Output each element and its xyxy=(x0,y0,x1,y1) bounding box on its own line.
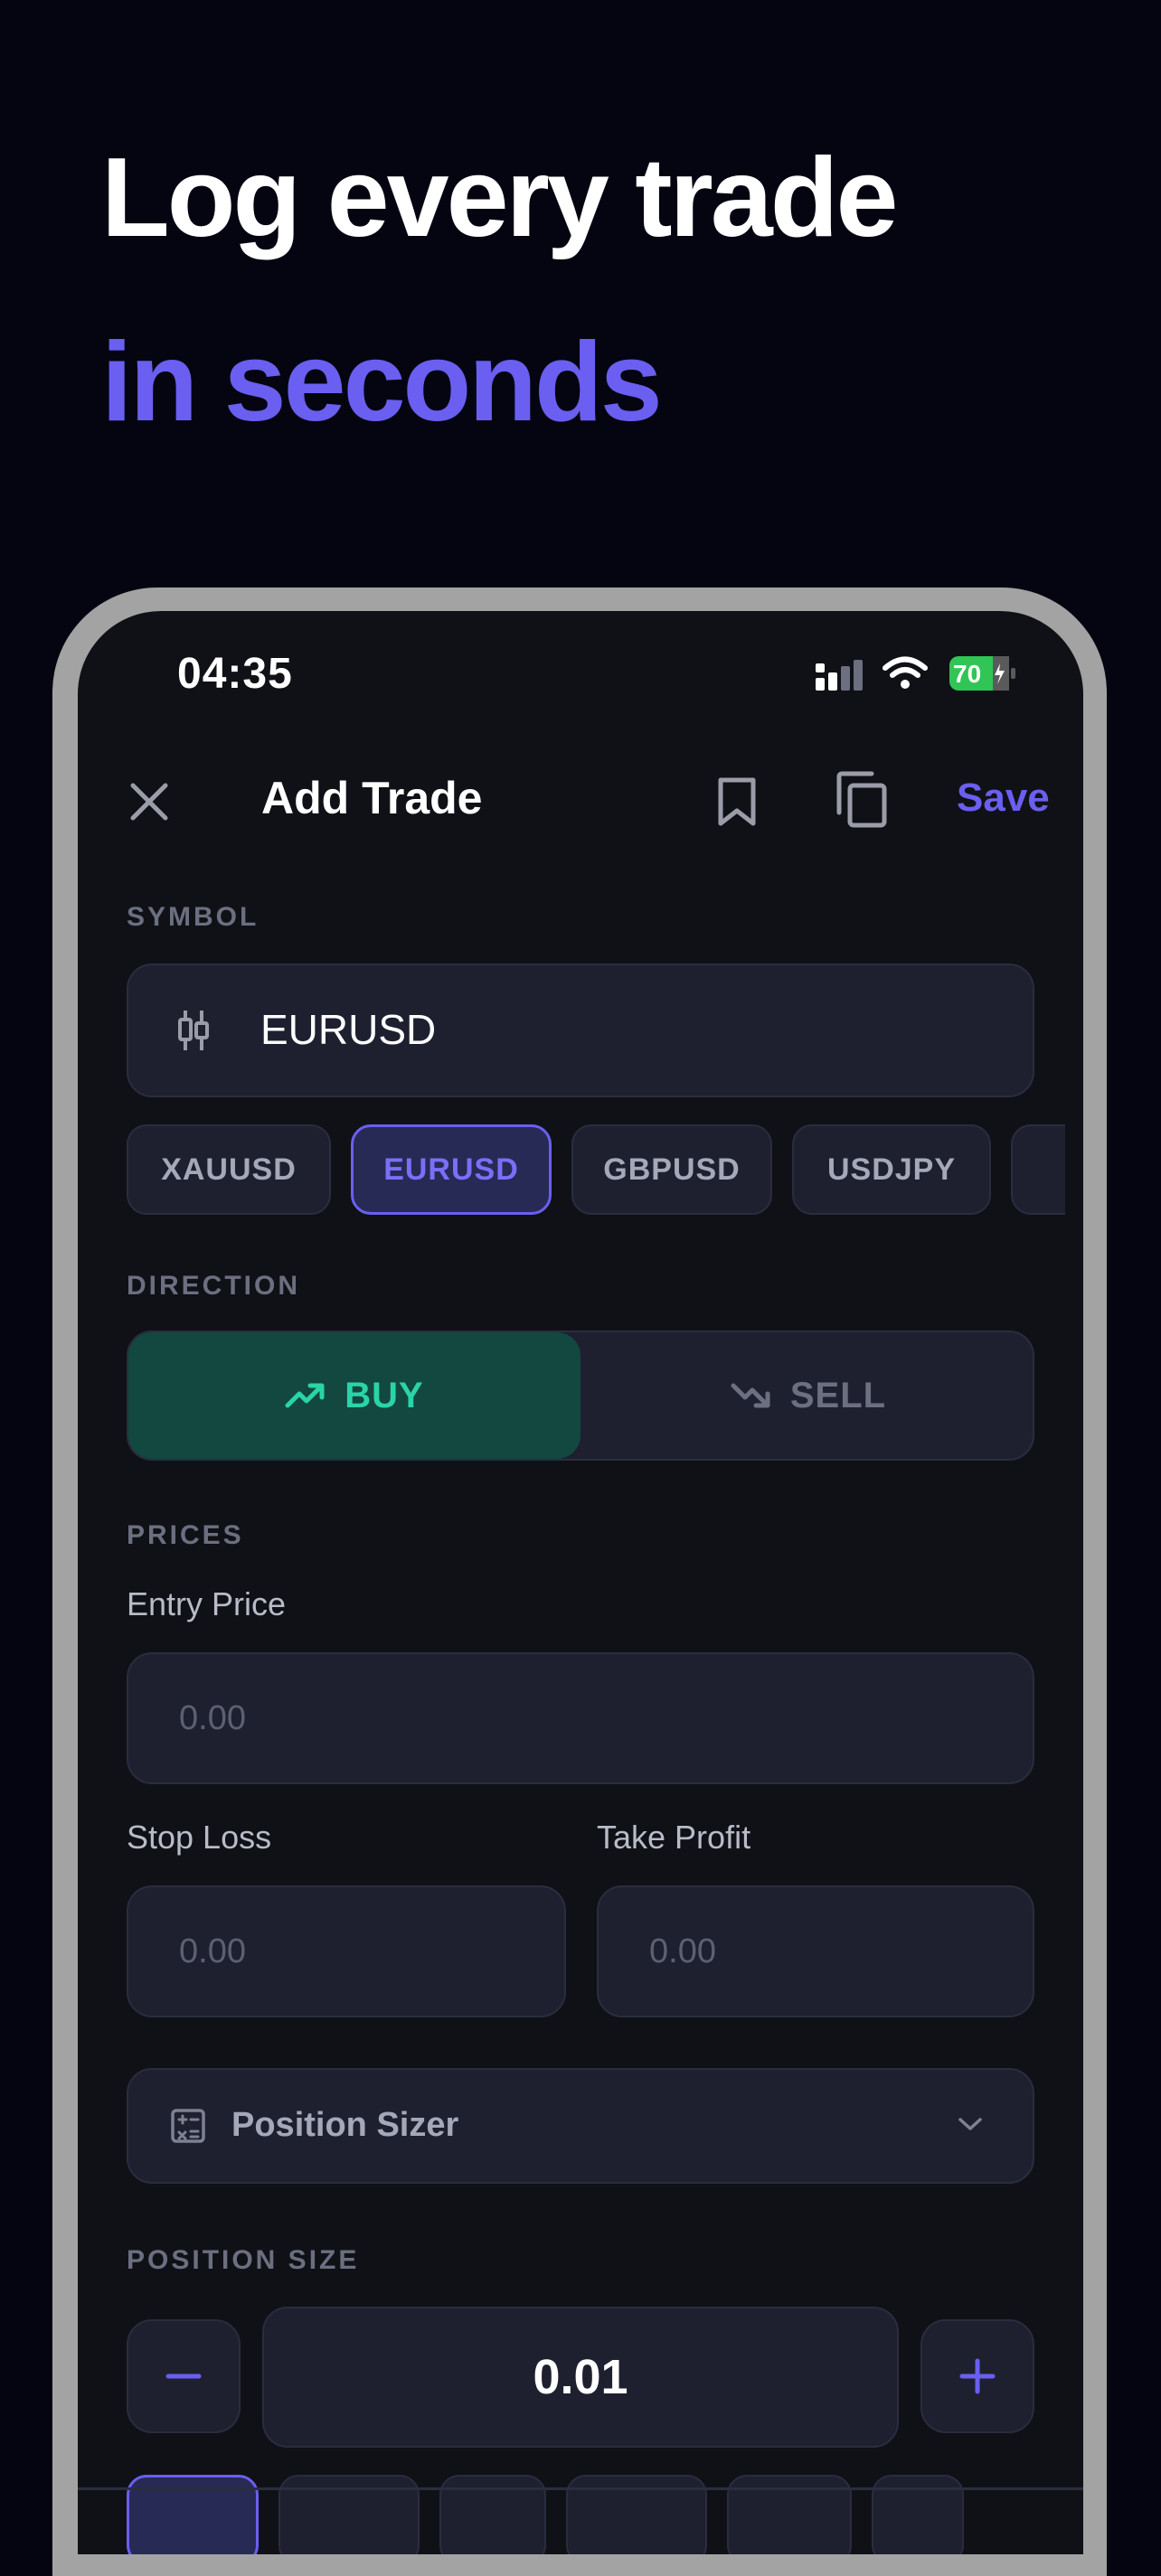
sell-button[interactable]: SELL xyxy=(584,1332,1033,1459)
trending-up-icon xyxy=(285,1383,325,1408)
bottom-divider xyxy=(78,2487,1083,2490)
copy-icon xyxy=(836,771,887,828)
bookmark-button[interactable] xyxy=(705,770,769,833)
candlestick-icon xyxy=(178,1011,209,1050)
wifi-icon xyxy=(883,656,928,689)
symbol-chip-usdjpy[interactable]: USDJPY xyxy=(792,1124,991,1215)
symbol-chip-gbpusd[interactable]: GBPUSD xyxy=(571,1124,772,1215)
signal-icon xyxy=(816,660,863,691)
entry-price-placeholder: 0.00 xyxy=(179,1699,246,1737)
take-profit-label: Take Profit xyxy=(597,1819,751,1856)
direction-section-label: DIRECTION xyxy=(127,1271,300,1301)
close-button[interactable] xyxy=(118,770,181,833)
entry-price-label: Entry Price xyxy=(127,1585,287,1622)
symbol-chip-xauusd[interactable]: XAUUSD xyxy=(127,1124,331,1215)
minus-icon xyxy=(165,2374,202,2379)
close-icon xyxy=(130,783,168,821)
page-title: Add Trade xyxy=(261,773,483,823)
stop-loss-placeholder: 0.00 xyxy=(179,1932,246,1970)
entry-price-input[interactable]: 0.00 xyxy=(127,1652,1034,1784)
symbol-value: EURUSD xyxy=(260,1006,437,1053)
take-profit-placeholder: 0.00 xyxy=(649,1932,716,1970)
save-button[interactable]: Save xyxy=(957,776,1050,821)
duplicate-button[interactable] xyxy=(828,766,895,833)
position-sizer-label: Position Sizer xyxy=(231,2106,459,2144)
stop-loss-input[interactable]: 0.00 xyxy=(127,1885,566,2017)
hero-subtitle: in seconds xyxy=(101,320,663,445)
take-profit-input[interactable]: 0.00 xyxy=(597,1885,1034,2017)
increase-size-button[interactable] xyxy=(920,2319,1034,2433)
battery-level: 70 xyxy=(953,660,982,688)
calculator-icon xyxy=(171,2109,205,2143)
stop-loss-label: Stop Loss xyxy=(127,1819,272,1856)
position-size-section-label: POSITION SIZE xyxy=(127,2245,360,2275)
hero-title: Log every trade xyxy=(101,136,898,260)
buy-label: BUY xyxy=(345,1375,424,1415)
chevron-down-icon xyxy=(958,2118,982,2130)
sell-label: SELL xyxy=(789,1375,887,1415)
status-time: 04:35 xyxy=(177,650,293,698)
position-size-value[interactable]: 0.01 xyxy=(262,2307,899,2448)
symbol-section-label: SYMBOL xyxy=(127,902,260,932)
plus-icon xyxy=(959,2358,996,2394)
symbol-chip-eurusd[interactable]: EURUSD xyxy=(351,1124,552,1215)
buy-button[interactable]: BUY xyxy=(128,1332,580,1459)
symbol-chip-more[interactable] xyxy=(1011,1124,1065,1215)
bookmark-icon xyxy=(718,777,756,826)
battery-indicator: 70 xyxy=(949,656,1016,691)
prices-section-label: PRICES xyxy=(127,1520,244,1550)
trending-down-icon xyxy=(731,1383,770,1408)
phone-screen: 04:35 70 Add Trade Save SYMBOL EURUSD XA… xyxy=(78,611,1083,2554)
decrease-size-button[interactable] xyxy=(127,2319,241,2433)
